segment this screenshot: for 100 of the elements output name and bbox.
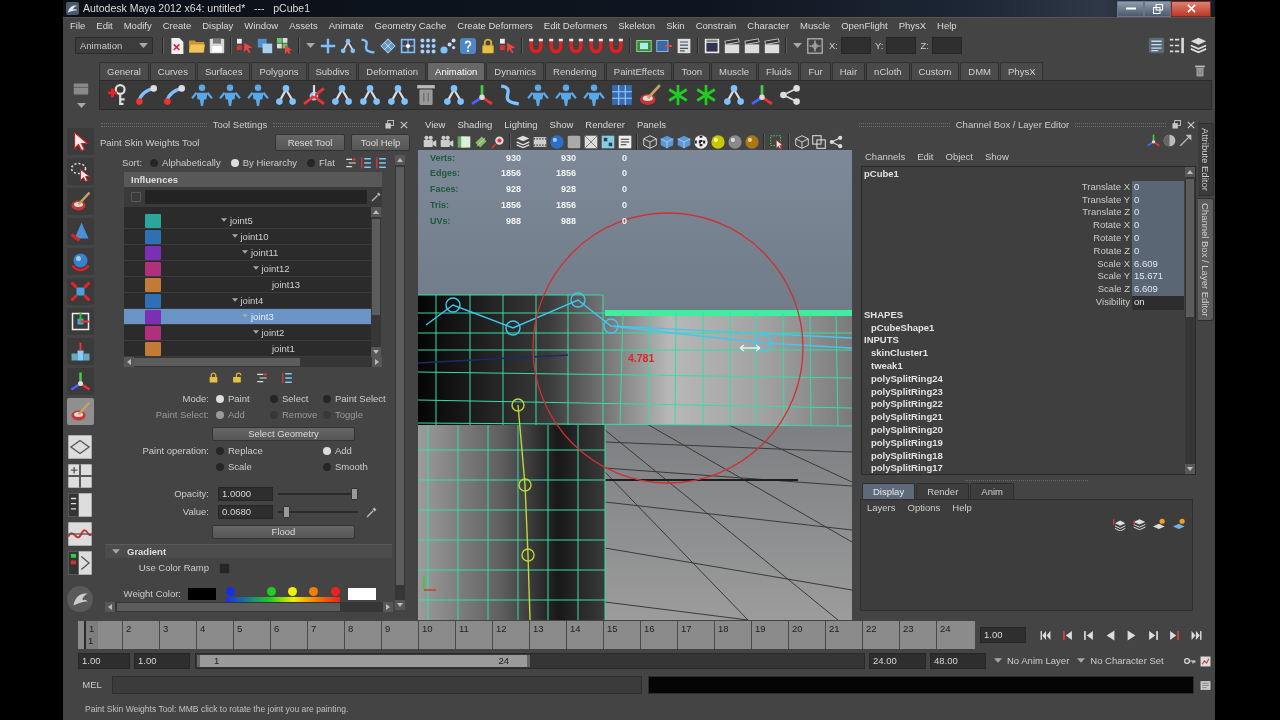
playback-end-field[interactable]: 24.00 — [869, 653, 926, 669]
channel-name[interactable]: Rotate Y — [862, 232, 1132, 246]
folder-icon[interactable] — [189, 37, 205, 54]
joint-chain-icon[interactable] — [443, 84, 465, 106]
single-view-icon[interactable] — [67, 434, 93, 460]
timeline-ruler[interactable]: 1 2 3 4 5 6 7 8 9 10 11 12 13 14 15 16 17 18 19 20 21 22 23 24 1 — [78, 621, 975, 649]
graph-view-icon[interactable] — [67, 521, 93, 547]
coordinate-input-field[interactable] — [931, 37, 962, 54]
wireframe-cube-icon[interactable] — [642, 134, 657, 149]
paint-brush-icon[interactable] — [639, 84, 661, 106]
shelf-tab[interactable]: Surfaces — [196, 62, 251, 80]
wireframe-cube-icon[interactable] — [794, 134, 809, 149]
menu-item[interactable]: Window — [244, 19, 279, 32]
play-backward-icon[interactable] — [1104, 629, 1116, 641]
clapperboard-icon[interactable] — [744, 37, 760, 54]
shelf-tab[interactable]: Fur — [800, 62, 831, 80]
tree-item[interactable]: joint13 — [124, 277, 371, 293]
node-name[interactable]: polySplitRing24 — [862, 372, 1185, 386]
float-window-icon[interactable] — [1172, 120, 1181, 129]
node-name[interactable]: polySplitRing19 — [862, 436, 1185, 450]
nodes-icon[interactable] — [779, 84, 801, 106]
tree-item[interactable]: joint2 — [124, 325, 371, 341]
trash-can-icon[interactable] — [1194, 65, 1206, 77]
tree-list-icon[interactable] — [281, 371, 293, 384]
play-icon[interactable] — [1126, 629, 1137, 641]
figure-icon[interactable] — [583, 84, 605, 106]
node-name[interactable]: polySplitRing17 — [862, 462, 1185, 474]
key-icon[interactable] — [1184, 655, 1196, 667]
cube-icon[interactable] — [659, 134, 674, 149]
list-icon[interactable] — [676, 37, 692, 54]
menu-item[interactable]: Show — [985, 150, 1009, 163]
curve-icon[interactable] — [499, 84, 521, 106]
radio-option[interactable]: Alphabetically — [150, 157, 221, 169]
ramp-marker-icon[interactable] — [287, 586, 297, 596]
figure-icon[interactable] — [191, 84, 213, 106]
ik-handle-icon[interactable] — [163, 84, 185, 106]
radio-option[interactable]: Scale — [213, 461, 320, 473]
figure-icon[interactable] — [247, 84, 269, 106]
layers-icon[interactable] — [1113, 517, 1126, 531]
side-tab[interactable]: Channel Box / Layer Editor — [1198, 197, 1214, 322]
nodes-icon[interactable] — [828, 134, 843, 149]
current-time-field[interactable]: 1.00 — [980, 627, 1026, 643]
node-name[interactable]: polySplitRing23 — [862, 385, 1185, 399]
sphere-arrows-icon[interactable] — [66, 248, 94, 275]
joint-chain-icon[interactable] — [275, 84, 297, 106]
radio-option[interactable]: Flat — [307, 157, 335, 169]
cube-icon[interactable] — [676, 134, 691, 149]
graph-tile-icon[interactable] — [1200, 655, 1211, 667]
anim-layer-dropdown[interactable]: No Anim Layer — [994, 655, 1070, 667]
channel-name[interactable]: Translate Z — [862, 206, 1132, 221]
tree-item[interactable]: joint5 — [124, 213, 371, 229]
menu-item[interactable]: Lighting — [504, 119, 538, 131]
pencil-icon[interactable] — [366, 506, 377, 518]
menu-item[interactable]: Options — [907, 501, 941, 514]
shelf-tab[interactable]: Fluids — [758, 62, 800, 80]
shelf-tab[interactable]: Muscle — [711, 62, 758, 80]
channel-value-field[interactable]: 6.609 — [1132, 283, 1184, 297]
sphere-icon[interactable] — [549, 134, 564, 149]
paint-brush-icon[interactable] — [66, 188, 94, 215]
magnet-icon[interactable] — [608, 37, 624, 54]
shelf-tab[interactable]: Toon — [673, 62, 710, 80]
skip-to-end-icon[interactable] — [1190, 629, 1202, 641]
clapperboard-icon[interactable] — [724, 37, 740, 54]
joint-chain-icon[interactable] — [359, 84, 381, 106]
skip-to-start-icon[interactable] — [1040, 629, 1051, 641]
color-swatch-icon[interactable] — [188, 588, 216, 600]
paint-brush-icon[interactable] — [66, 398, 94, 425]
lasso-cursor-icon[interactable] — [66, 158, 94, 185]
overlapping-squares-icon[interactable] — [811, 134, 826, 149]
radio-icon[interactable] — [270, 395, 278, 403]
caret-icon[interactable] — [76, 103, 86, 108]
axes-icon[interactable] — [471, 84, 493, 106]
radio-icon[interactable] — [216, 447, 224, 455]
menu-item[interactable]: Display — [202, 19, 234, 32]
tree-item[interactable]: joint12 — [124, 261, 371, 277]
menu-item[interactable]: Shading — [457, 119, 493, 131]
radio-option[interactable]: By Hierarchy — [230, 157, 298, 169]
caret-icon[interactable] — [112, 549, 120, 554]
menu-item[interactable]: Help — [937, 19, 957, 32]
channel-value-field[interactable]: 15.671 — [1132, 270, 1184, 285]
section-header[interactable]: Influences — [124, 172, 382, 187]
menu-item[interactable]: Object — [945, 150, 973, 163]
radio-icon[interactable] — [323, 395, 331, 403]
playhead[interactable] — [84, 621, 98, 649]
diamond-icon[interactable] — [473, 134, 488, 149]
shelf-tab[interactable]: DMM — [960, 62, 999, 80]
checkbox[interactable] — [219, 562, 230, 574]
joint-chain-icon[interactable] — [723, 84, 745, 106]
range-bar[interactable]: 1 24 — [197, 655, 530, 667]
book-icon[interactable] — [456, 134, 471, 149]
cube-arrows-icon[interactable] — [66, 278, 94, 305]
joint-chain-icon[interactable] — [340, 37, 356, 54]
blocks-cursor-icon[interactable] — [500, 37, 516, 54]
vertical-scrollbar[interactable] — [395, 155, 405, 610]
magnet-icon[interactable] — [548, 37, 564, 54]
end-time-field[interactable]: 48.00 — [930, 653, 986, 669]
key-plus-icon[interactable] — [107, 84, 129, 106]
split-view-icon[interactable] — [67, 492, 93, 518]
checker-tile-icon[interactable] — [600, 134, 615, 149]
vertical-scrollbar[interactable] — [1185, 167, 1195, 474]
